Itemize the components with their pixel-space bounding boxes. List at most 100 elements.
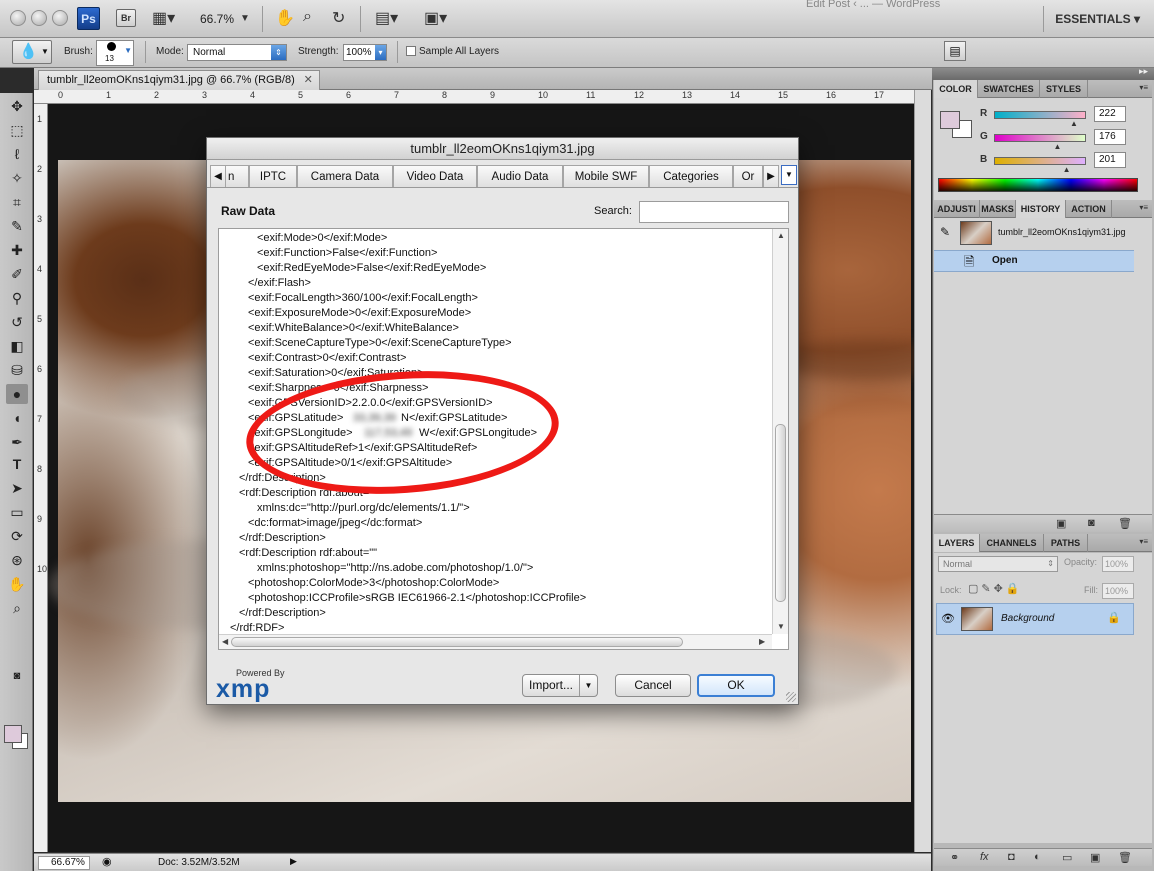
tab-layers[interactable]: LAYERS — [934, 534, 980, 552]
pen-tool-icon[interactable]: ✒ — [6, 432, 28, 452]
tab-actions[interactable]: ACTION — [1066, 200, 1112, 218]
tab-swatches[interactable]: SWATCHES — [978, 80, 1040, 98]
panel-menu-icon[interactable]: ▾≡ — [1139, 537, 1148, 546]
screen-mode-icon[interactable]: ▣▾ — [424, 8, 447, 28]
vertical-scroll-thumb[interactable] — [775, 424, 786, 602]
scroll-up-icon[interactable]: ▲ — [777, 231, 785, 240]
ok-button[interactable]: OK — [697, 674, 775, 697]
tab-scroll-left-icon[interactable]: ◀ — [210, 165, 226, 187]
quick-mask-icon[interactable]: ◙ — [6, 666, 28, 686]
tab-color[interactable]: COLOR — [934, 80, 978, 98]
slider-knob-icon[interactable]: ▲ — [1053, 142, 1061, 151]
zoom-level[interactable]: 66.7% — [200, 12, 234, 26]
tab-advanced-partial[interactable]: n — [225, 165, 249, 187]
history-state-row[interactable]: 🗎 Open — [934, 250, 1134, 272]
tab-history[interactable]: HISTORY — [1016, 200, 1066, 218]
blend-mode-select[interactable]: Normal ⇕ — [938, 556, 1058, 572]
horizontal-scroll-thumb[interactable] — [231, 637, 683, 647]
healing-brush-tool-icon[interactable]: ✚ — [6, 240, 28, 260]
hand-tool-icon[interactable]: ✋ — [6, 574, 28, 594]
tab-audio-data[interactable]: Audio Data — [477, 165, 563, 187]
3d-rotate-tool-icon[interactable]: ⟳ — [6, 526, 28, 546]
eraser-tool-icon[interactable]: ◧ — [6, 336, 28, 356]
move-tool-icon[interactable]: ✥ — [6, 96, 28, 116]
trash-icon[interactable]: 🗑 — [1118, 517, 1132, 530]
layer-row-background[interactable]: 👁 Background 🔒 — [936, 603, 1134, 635]
shape-tool-icon[interactable]: ▭ — [6, 502, 28, 522]
chevron-down-icon[interactable]: ▼ — [240, 13, 250, 24]
status-info-icon[interactable]: ◉ — [102, 855, 112, 868]
strength-field[interactable]: 100% ▾ — [343, 44, 387, 61]
sample-all-layers-checkbox[interactable] — [406, 46, 416, 56]
cancel-button[interactable]: Cancel — [615, 674, 691, 697]
add-mask-icon[interactable]: ◘ — [1008, 851, 1015, 863]
search-input[interactable] — [639, 201, 789, 223]
history-brush-tool-icon[interactable]: ↺ — [6, 312, 28, 332]
tab-channels[interactable]: CHANNELS — [980, 534, 1044, 552]
scroll-right-icon[interactable]: ▶ — [759, 637, 765, 646]
adjustment-layer-icon[interactable]: ◐ — [1034, 851, 1041, 863]
view-extras-icon[interactable]: ▦▾ — [152, 8, 175, 28]
scroll-down-icon[interactable]: ▼ — [777, 622, 785, 631]
layer-style-icon[interactable]: fx — [980, 851, 989, 863]
tab-adjustments[interactable]: ADJUSTI — [934, 200, 980, 218]
new-layer-icon[interactable]: ▣ — [1090, 851, 1100, 864]
tab-video-data[interactable]: Video Data — [393, 165, 477, 187]
tab-paths[interactable]: PATHS — [1044, 534, 1088, 552]
scroll-left-icon[interactable]: ◀ — [222, 637, 228, 646]
hand-tool-icon[interactable]: ✋ — [275, 8, 295, 28]
tab-origin-partial[interactable]: Or — [733, 165, 763, 187]
blur-tool-icon[interactable]: ● — [6, 384, 28, 404]
type-tool-icon[interactable]: T — [6, 454, 28, 474]
brush-tool-icon[interactable]: ✐ — [6, 264, 28, 284]
close-icon[interactable]: ✕ — [304, 71, 313, 89]
slider-value-g[interactable]: 176 — [1094, 129, 1126, 145]
history-brush-source-icon[interactable]: ✎ — [940, 225, 950, 239]
tab-iptc[interactable]: IPTC — [249, 165, 297, 187]
raw-data-vertical-scrollbar[interactable]: ▲ ▼ — [772, 229, 788, 634]
slider-value-b[interactable]: 201 — [1094, 152, 1126, 168]
slider-track-g[interactable] — [994, 134, 1086, 142]
opacity-field[interactable]: 100% — [1102, 556, 1134, 572]
rotate-view-icon[interactable]: ↻ — [332, 8, 345, 28]
camera-snapshot-icon[interactable]: ◙ — [1088, 517, 1095, 529]
tab-list-dropdown-icon[interactable]: ▼ — [781, 165, 797, 185]
panel-toggle-button[interactable]: ▤ — [944, 41, 966, 61]
lock-options-icon[interactable]: ▢✎✥🔒 — [968, 582, 1023, 595]
3d-orbit-tool-icon[interactable]: ⊛ — [6, 550, 28, 570]
import-button[interactable]: Import... ▼ — [522, 674, 598, 697]
status-menu-arrow-icon[interactable]: ▶ — [290, 856, 297, 867]
link-layers-icon[interactable]: ⚭ — [950, 851, 959, 864]
crop-tool-icon[interactable]: ⌗ — [6, 192, 28, 212]
tab-scroll-right-icon[interactable]: ▶ — [763, 165, 779, 187]
slider-value-r[interactable]: 222 — [1094, 106, 1126, 122]
panel-menu-icon[interactable]: ▾≡ — [1139, 203, 1148, 212]
clone-stamp-tool-icon[interactable]: ⚲ — [6, 288, 28, 308]
tool-preset-picker[interactable]: 💧 ▼ — [12, 40, 52, 64]
bridge-button[interactable]: Br — [116, 9, 136, 27]
brush-picker[interactable]: 13 ▼ — [96, 40, 134, 66]
zoom-tool-icon[interactable]: ⌕ — [6, 598, 28, 618]
tab-camera-data[interactable]: Camera Data — [297, 165, 393, 187]
paint-bucket-tool-icon[interactable]: ⛁ — [6, 360, 28, 380]
eyedropper-tool-icon[interactable]: ✎ — [6, 216, 28, 236]
raw-data-horizontal-scrollbar[interactable]: ◀ ▶ — [219, 634, 772, 649]
panel-menu-icon[interactable]: ▾≡ — [1139, 83, 1148, 92]
tab-masks[interactable]: MASKS — [980, 200, 1016, 218]
mode-select[interactable]: Normal ⇕ — [187, 44, 287, 61]
dodge-tool-icon[interactable]: ◖ — [6, 408, 28, 428]
lasso-tool-icon[interactable]: ℓ — [6, 144, 28, 164]
resize-grip[interactable] — [786, 692, 796, 702]
tab-categories[interactable]: Categories — [649, 165, 733, 187]
zoom-window-button[interactable] — [52, 10, 68, 26]
foreground-color-swatch[interactable] — [4, 725, 22, 743]
color-panel-foreground-swatch[interactable] — [940, 111, 960, 129]
document-vertical-scrollbar[interactable] — [914, 90, 931, 852]
new-document-from-state-icon[interactable]: ▣ — [1056, 517, 1066, 530]
slider-knob-icon[interactable]: ▲ — [1070, 119, 1078, 128]
close-window-button[interactable] — [10, 10, 26, 26]
slider-track-r[interactable] — [994, 111, 1086, 119]
chevron-down-icon[interactable]: ▼ — [579, 675, 597, 696]
color-spectrum-bar[interactable] — [938, 178, 1138, 192]
trash-icon[interactable]: 🗑 — [1118, 851, 1132, 864]
